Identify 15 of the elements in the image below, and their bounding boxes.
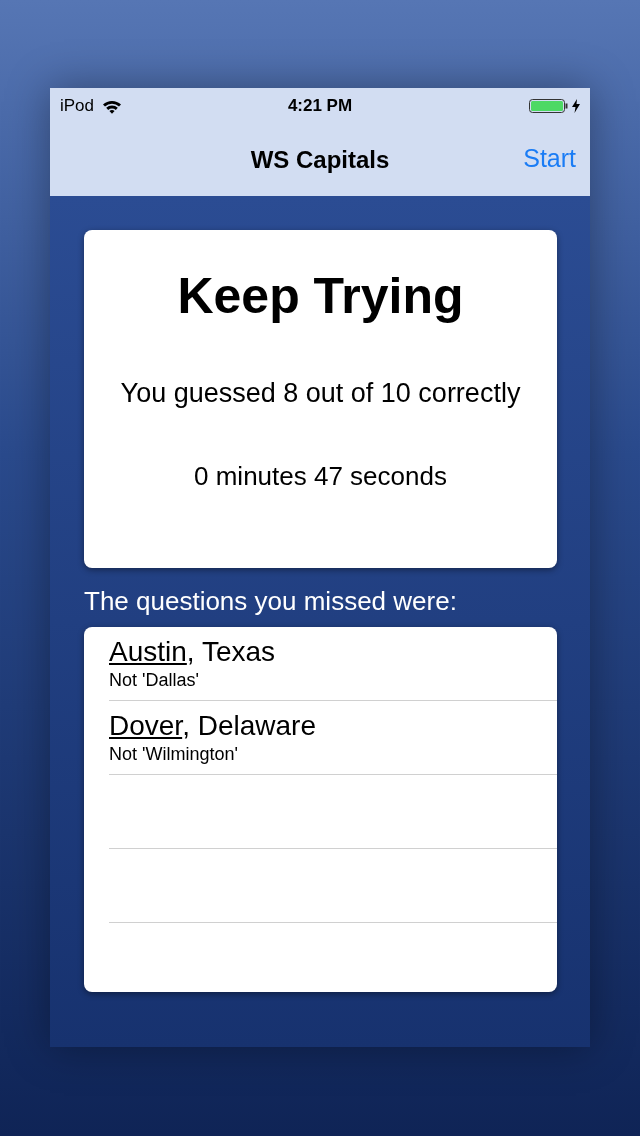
- elapsed-time: 0 minutes 47 seconds: [193, 461, 448, 492]
- wrong-answer: Not 'Dallas': [109, 669, 200, 691]
- clock-time: 4:21 PM: [286, 96, 354, 116]
- result-heading: Keep Trying: [176, 267, 465, 326]
- score-text: You guessed 8 out of 10 correctly: [119, 378, 522, 409]
- capital-state: Austin, Texas: [109, 635, 277, 669]
- capital-state: Dover, Delaware: [109, 709, 317, 743]
- charging-icon: [572, 99, 580, 113]
- start-button[interactable]: Start: [523, 144, 576, 173]
- carrier-name: iPod: [60, 96, 95, 116]
- battery-icon: [529, 99, 569, 113]
- wifi-icon: [102, 98, 123, 114]
- screen-title: WS Capitals: [250, 146, 390, 174]
- wrong-answer: Not 'Wilmington': [109, 743, 239, 765]
- missed-label: The questions you missed were:: [84, 586, 458, 617]
